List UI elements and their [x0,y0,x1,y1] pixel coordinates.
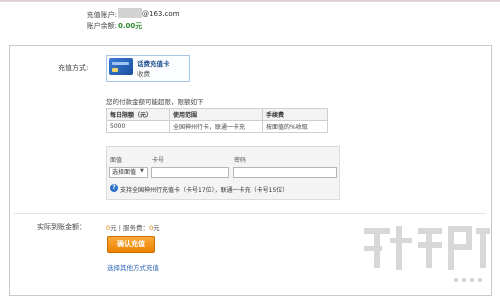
card-number-input[interactable] [151,167,229,178]
actual-amount-summary: 0元 | 服务费：0元 [106,222,160,232]
limit-table-header: 每日限额（元） 使用范围 手续费 [106,108,328,121]
table-row: 5000 全国神州行卡，联通一卡充 按面值的%收取 [106,120,328,133]
card-stripe-icon [112,62,129,65]
limit-table: 每日限额（元） 使用范围 手续费 5000 全国神州行卡，联通一卡充 按面值的%… [106,108,328,133]
service-fee-unit: 元 [153,224,160,232]
account-label: 充值账户: [86,11,117,19]
masked-username [118,8,142,18]
fee-separator: | 服务费： [116,224,149,232]
password-label: 密码 [234,157,247,164]
chevron-down-icon: ▼ [140,168,144,174]
limit-header-scope: 使用范围 [169,108,263,121]
other-method-link[interactable]: 选择其他方式充值 [107,262,159,272]
limit-note: 您的付款金额可能超限，限额如下 [106,98,204,106]
limit-header-daily: 每日限额（元） [106,108,170,121]
limit-cell-fee: 按面值的%收取 [262,120,328,133]
card-password-input[interactable] [233,167,337,178]
phone-card-icon [109,58,133,75]
denomination-label: 面值 [110,157,123,164]
recharge-method-name: 话费充值卡 [137,60,170,68]
limit-cell-scope: 全国神州行卡，联通一卡充 [169,120,263,133]
balance-value: 0.00元 [118,22,143,30]
confirm-recharge-button[interactable]: 确认充值 [107,236,155,253]
limit-cell-daily: 5000 [106,120,170,133]
divider [14,213,486,214]
recharge-method-fee: 收费 [137,70,150,78]
top-accent-line [0,0,500,1]
info-icon: ? [110,184,118,192]
watermark-logo [364,226,490,282]
card-support-info: 支持全国神州行充值卡（卡号17位），联通一卡充（卡号15位） [120,187,289,194]
card-number-label: 卡号 [152,157,165,164]
account-email: @163.com [142,10,180,18]
balance-label: 账户余额: [86,22,117,30]
card-chip-icon [112,68,118,72]
limit-header-fee: 手续费 [262,108,328,121]
actual-amount-label: 实际到账金额： [37,223,86,231]
recharge-method-label: 充值方式: [58,64,89,72]
